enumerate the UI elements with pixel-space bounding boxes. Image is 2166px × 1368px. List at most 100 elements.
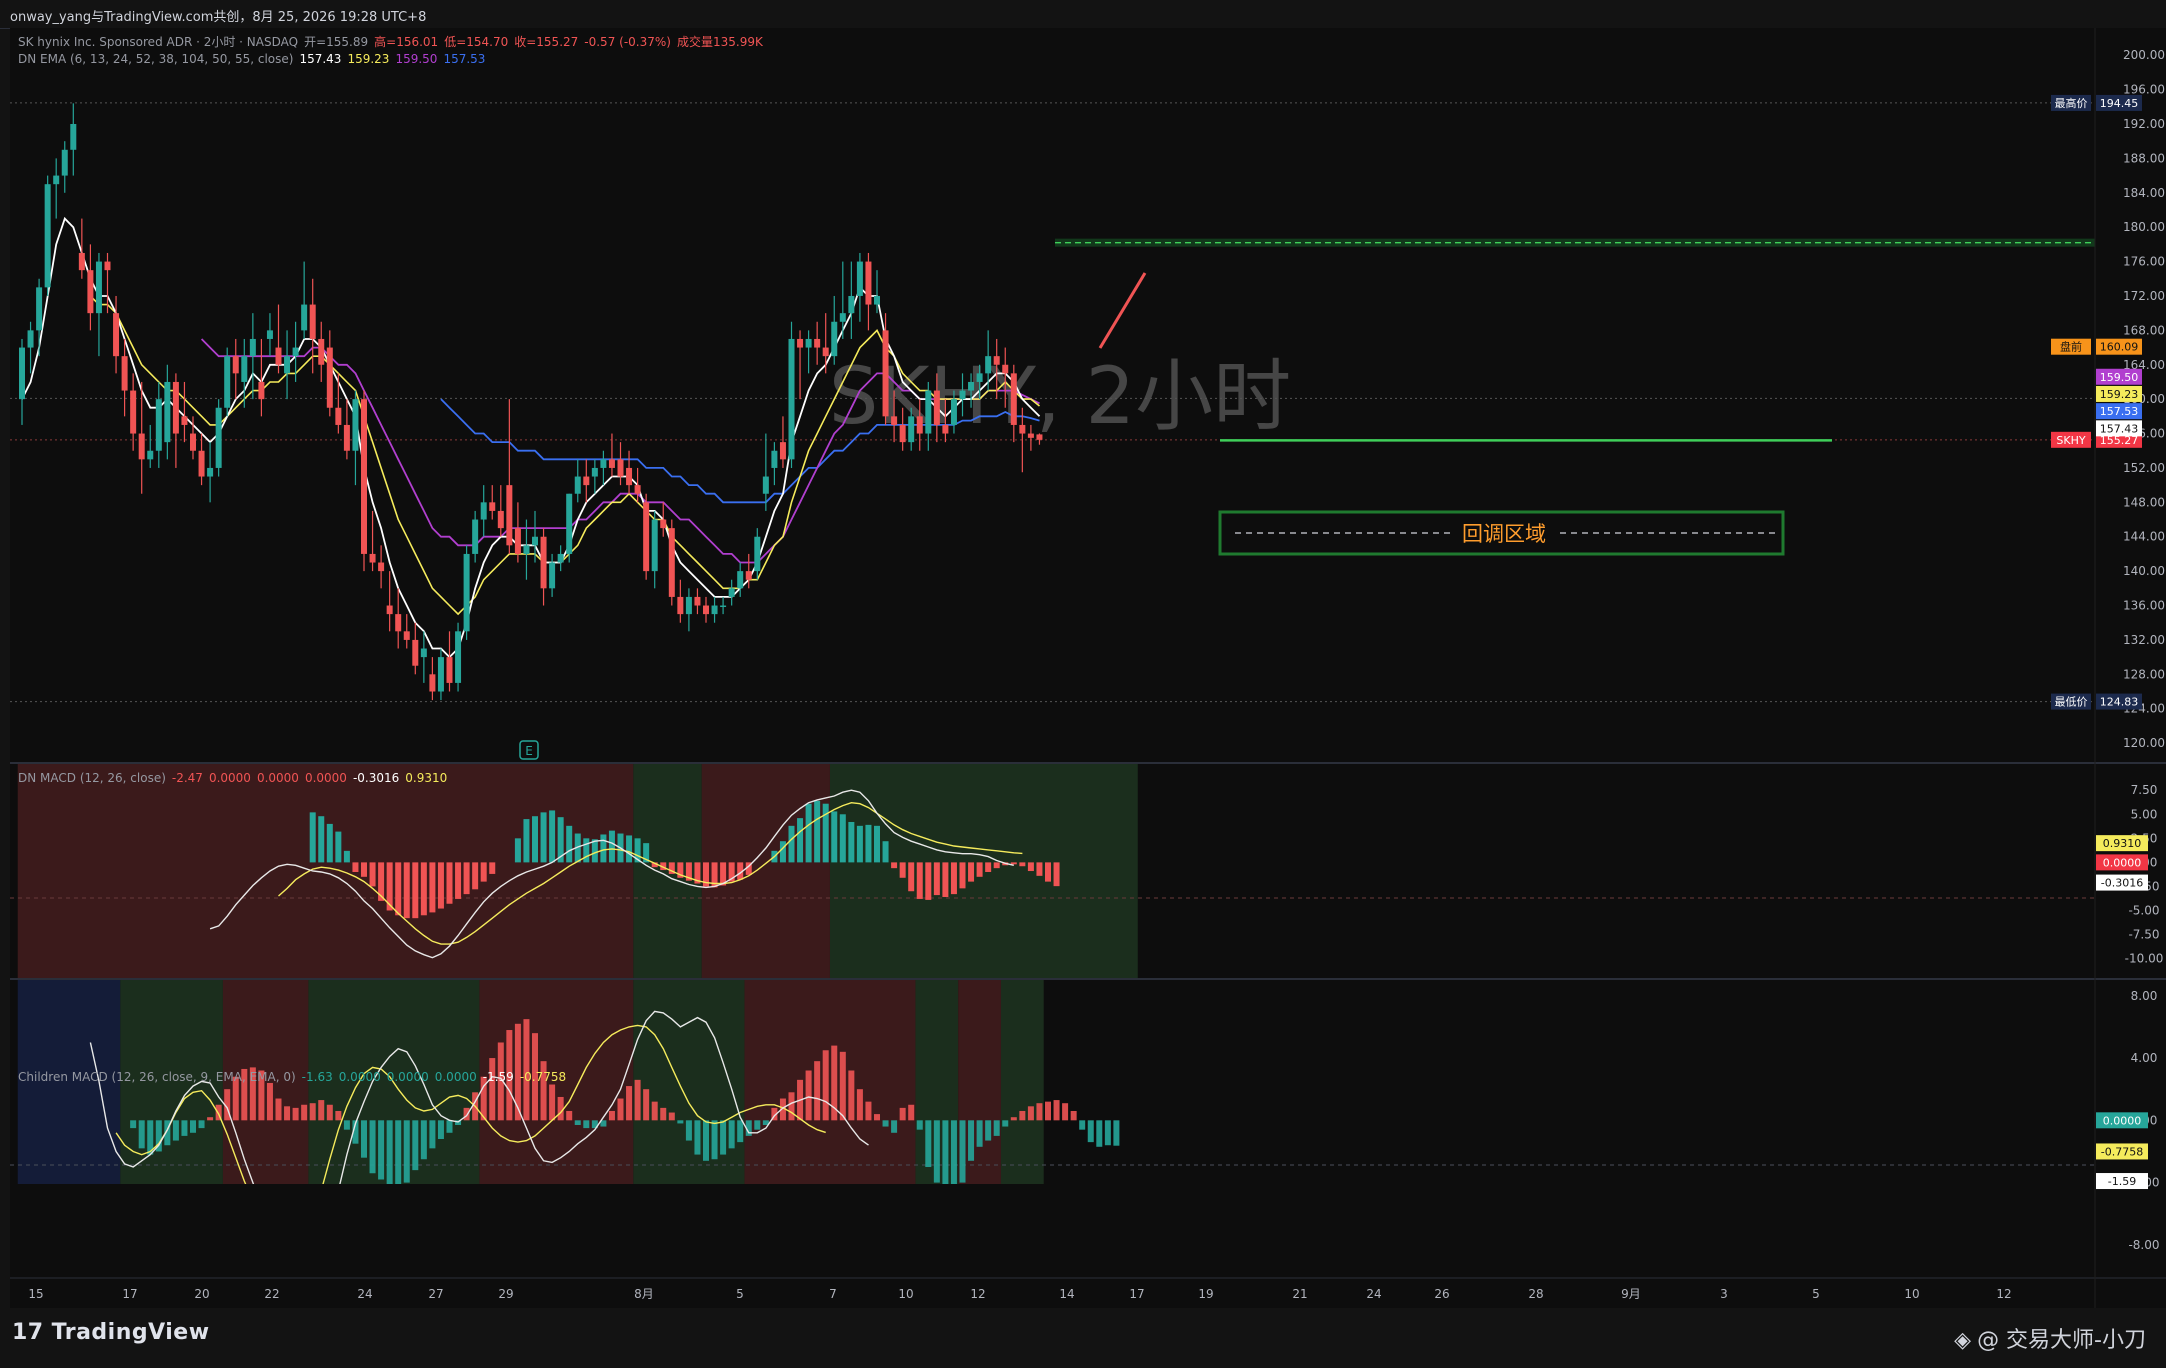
- children-macd-histogram-bar: [651, 1101, 658, 1121]
- price-tick-label: 148.00: [2123, 495, 2165, 509]
- children-macd-histogram-bar: [737, 1120, 744, 1143]
- children-macd-histogram-bar: [172, 1120, 179, 1141]
- children-macd-histogram-bar: [412, 1120, 419, 1171]
- price-tag-label: 最低价: [2055, 696, 2088, 709]
- macd-histogram-bar: [976, 862, 983, 877]
- macd-histogram-bar: [865, 824, 872, 863]
- children-macd-histogram-bar: [130, 1120, 137, 1129]
- ema-tag-value: 159.50: [2100, 371, 2139, 384]
- candle-body: [711, 605, 718, 615]
- ema-tag-value: 159.23: [2100, 388, 2139, 401]
- candle-body: [121, 356, 128, 391]
- macd-tick-label: 5.00: [2131, 807, 2158, 821]
- macd-histogram-bar: [412, 862, 419, 919]
- macd-histogram-bar: [318, 816, 325, 863]
- children-macd-histogram-bar: [848, 1070, 855, 1121]
- macd-tag-value: 0.0000: [2103, 856, 2142, 869]
- price-tag-label: SKHY: [2056, 434, 2085, 447]
- children-macd-histogram-bar: [1002, 1120, 1009, 1127]
- candle-body: [814, 338, 821, 348]
- macd-histogram-bar: [566, 825, 573, 863]
- children-macd-histogram-bar: [1010, 1117, 1017, 1121]
- macd-histogram-bar: [309, 812, 316, 863]
- children-macd-histogram-bar: [916, 1120, 923, 1130]
- candle-body: [318, 338, 325, 365]
- candle-body: [848, 295, 855, 314]
- macd-histogram-bar: [882, 841, 889, 863]
- candle-body: [891, 416, 898, 425]
- macd-histogram-bar: [489, 862, 496, 874]
- candle-body: [275, 347, 282, 365]
- candle-body: [429, 674, 436, 692]
- children-macd-histogram-bar: [190, 1120, 196, 1133]
- candle-body: [207, 467, 214, 477]
- candle-body: [198, 450, 205, 477]
- candle-body: [95, 261, 102, 314]
- legend-symbol: SK hynix Inc. Sponsored ADR · 2小时 · NASD…: [18, 34, 764, 49]
- price-tick-label: 152.00: [2123, 461, 2165, 475]
- candle-body: [831, 321, 838, 357]
- chart-area[interactable]: SKHY, 2小时 回调区域 E 200.00 196.00 192.00 18…: [10, 28, 2166, 1308]
- macd-histogram-bar: [455, 862, 462, 899]
- children-macd-histogram-bar: [856, 1089, 863, 1121]
- candle-body: [497, 510, 504, 529]
- candle-body: [668, 528, 675, 597]
- children-macd-histogram-bar: [437, 1120, 444, 1140]
- children-macd-histogram-bar: [626, 1086, 633, 1121]
- macd-histogram-bar: [514, 838, 521, 863]
- time-tick-label: 12: [1996, 1287, 2011, 1301]
- candle-body: [249, 338, 256, 357]
- macd-histogram-bar: [532, 816, 538, 863]
- candle-body: [446, 657, 453, 683]
- price-tag-value: 160.09: [2100, 341, 2139, 354]
- macd-histogram-bar: [463, 862, 470, 895]
- chart-canvas[interactable]: SKHY, 2小时 回调区域 E 200.00196.00192.00188.0…: [10, 28, 2166, 1308]
- pullback-zone-label: 回调区域: [1462, 522, 1546, 546]
- candle-body: [104, 261, 111, 271]
- macd-zone: [829, 763, 1138, 978]
- candle-body: [1019, 424, 1026, 434]
- price-tick-label: 168.00: [2123, 323, 2165, 337]
- candle-body: [660, 519, 667, 529]
- children-macd-histogram-bar: [814, 1061, 821, 1121]
- candle-body: [266, 330, 273, 339]
- candle-body: [130, 390, 137, 434]
- candle-body: [685, 596, 692, 615]
- macd-histogram-bar: [1053, 862, 1060, 887]
- children-macd-histogram-bar: [275, 1098, 282, 1121]
- candle-body: [856, 261, 863, 296]
- candle-body: [241, 356, 248, 382]
- children-macd-histogram-bar: [335, 1110, 342, 1121]
- candle-body: [822, 347, 829, 357]
- children-macd-histogram-bar: [788, 1092, 795, 1121]
- time-tick-label: 7: [829, 1287, 837, 1301]
- time-tick-label: 24: [1366, 1287, 1381, 1301]
- macd-histogram-bar: [361, 862, 367, 877]
- candle-body: [343, 424, 350, 451]
- macd-histogram-bar: [959, 862, 966, 889]
- children-macd-histogram-bar: [685, 1120, 692, 1141]
- candle-body: [771, 450, 778, 468]
- time-tick-label: 15: [28, 1287, 43, 1301]
- children-macd-histogram-bar: [677, 1120, 684, 1124]
- macd-histogram-bar: [899, 862, 906, 878]
- time-tick-label: 5: [736, 1287, 744, 1301]
- candle-body: [284, 356, 291, 374]
- macd-histogram-bar: [916, 862, 923, 899]
- candle-body: [53, 175, 60, 185]
- macd-histogram-bar: [369, 862, 376, 887]
- candle-body: [480, 502, 487, 520]
- children-macd-histogram-bar: [566, 1110, 573, 1121]
- children-macd-histogram-bar: [668, 1112, 675, 1121]
- macd-histogram-bar: [591, 839, 598, 863]
- candle-body: [232, 356, 239, 374]
- time-tick-label: 26: [1434, 1287, 1449, 1301]
- candle-body: [651, 519, 658, 572]
- candle-body: [172, 381, 179, 434]
- candle-body: [258, 381, 265, 400]
- tradingview-logo[interactable]: 17 TradingView: [12, 1320, 210, 1345]
- macd-histogram-bar: [335, 831, 342, 863]
- price-tick-label: 128.00: [2123, 667, 2165, 681]
- macd-tag-value: 0.9310: [2103, 837, 2142, 850]
- candle-body: [703, 605, 709, 615]
